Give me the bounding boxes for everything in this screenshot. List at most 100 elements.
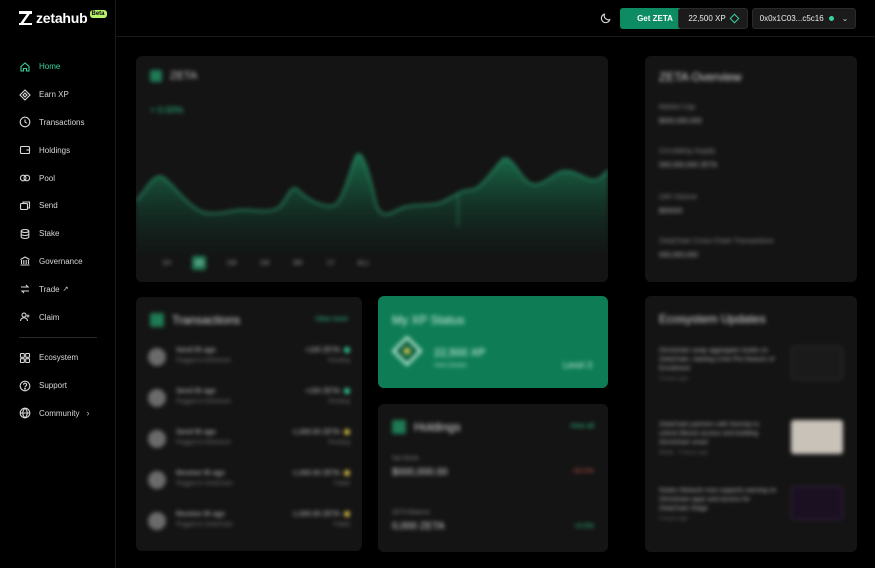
price-chart [136, 153, 608, 256]
sidebar-item-label: Claim [39, 312, 60, 322]
range-1w[interactable]: 1W [215, 256, 248, 270]
coins-icon [20, 228, 30, 239]
xp-level: Level 3 [562, 360, 592, 370]
transactions-view-more-link[interactable]: View more [315, 316, 348, 323]
transaction-amount: +100 ZETA [304, 388, 340, 395]
holdings-delta: +0.0% [573, 523, 594, 530]
transaction-row[interactable]: Send 0h ago Pegged to Ethereum -1,000.00… [148, 424, 350, 454]
holdings-icon [392, 420, 406, 434]
clock-icon [19, 117, 31, 128]
ecosystem-item-thumbnail [791, 486, 843, 520]
chevron-right-icon: › [86, 408, 90, 419]
ecosystem-item[interactable]: ZetaChain partners with Nomoly to unlock… [659, 420, 843, 474]
ecosystem-item-text: Nodes Network now supports earning on Om… [659, 486, 777, 524]
sidebar-item-label: Stake [39, 229, 60, 239]
range-1y[interactable]: 1Y [314, 256, 347, 270]
sidebar-item-trade[interactable]: Trade ↗ [0, 275, 116, 303]
transaction-amount: -1,000.00 ZETA [291, 511, 340, 518]
transaction-status: Failed [333, 522, 350, 528]
grid-icon [19, 352, 31, 363]
sidebar-item-label: Transactions [39, 117, 85, 127]
sidebar-item-label: Pool [39, 173, 56, 183]
logo[interactable]: zetahub Beta [19, 10, 107, 26]
transaction-subtitle: Pegged to ZetaChain [176, 522, 233, 528]
transaction-title: Receive 0h ago [176, 470, 225, 477]
logo-text: zetahub [36, 10, 88, 26]
ecosystem-item-meta: Media · 0 hours ago [659, 450, 708, 456]
transaction-row[interactable]: Receive 0h ago Pegged to ZetaChain -1,00… [148, 465, 350, 495]
sidebar-item-label: Earn XP [39, 90, 69, 100]
xp-diamond-icon [729, 13, 740, 24]
price-panel: ZETA + 0.00% 1H 1D 1W 1M 3M 1Y ALL [136, 56, 608, 282]
top-bar: Get ZETA 22,500 XP 0x0x1C03...c5c16 ⌄ [116, 0, 875, 37]
wallet-icon [19, 146, 31, 155]
range-1d[interactable]: 1D [192, 256, 206, 270]
ecosystem-item-text: ZetaChain partners with Nomoly to unlock… [659, 420, 777, 458]
holdings-value: 0,000 ZETA [392, 521, 445, 532]
sidebar-item-claim[interactable]: Claim [0, 303, 116, 331]
wallet-button[interactable]: 0x0x1C03...c5c16 ⌄ [752, 8, 856, 29]
xp-button[interactable]: 22,500 XP [678, 8, 748, 29]
transaction-row[interactable]: Send 0h ago Pegged to Ethereum +100 ZETA… [148, 383, 350, 413]
transactions-panel: Transactions View more Send 0h ago Pegge… [136, 297, 362, 551]
transaction-row[interactable]: Send 0h ago Pegged to Ethereum +100 ZETA… [148, 342, 350, 372]
transaction-status: Pending [327, 399, 350, 405]
sidebar-item-transactions[interactable]: Transactions [0, 109, 116, 137]
moon-icon[interactable] [600, 12, 612, 24]
transaction-row[interactable]: Receive 0h ago Pegged to ZetaChain -1,00… [148, 506, 350, 536]
user-plus-icon [19, 312, 30, 322]
sidebar-item-ecosystem[interactable]: Ecosystem [0, 344, 116, 372]
sidebar-nav: Home Earn XP Transactions Holdings Pool … [0, 53, 116, 427]
globe-icon [19, 407, 31, 420]
sidebar-item-earn-xp[interactable]: Earn XP [0, 81, 116, 109]
range-3m[interactable]: 3M [281, 256, 314, 270]
transaction-status-dot [344, 511, 350, 517]
holdings-value: $000,000.00 [392, 467, 448, 478]
transactions-title: Transactions [172, 313, 241, 327]
sidebar: zetahub Beta Home Earn XP Transactions H… [0, 0, 116, 568]
ecosystem-updates-panel: Ecosystem Updates Omnichain swap aggrega… [645, 296, 857, 552]
sidebar-item-holdings[interactable]: Holdings [0, 136, 116, 164]
holdings-view-all-link[interactable]: View all [570, 423, 594, 430]
price-token-label: ZETA [170, 70, 198, 82]
overview-row: Market Cap $000,000,000 [659, 104, 702, 125]
sidebar-item-label: Home [39, 62, 61, 72]
overview-label: ZetaChain Cross-Chain Transactions [659, 238, 774, 245]
sidebar-item-support[interactable]: Support [0, 372, 116, 400]
sidebar-item-label: Community [39, 408, 80, 418]
sidebar-item-stake[interactable]: Stake [0, 220, 116, 248]
transaction-title: Receive 0h ago [176, 511, 225, 518]
sidebar-item-label: Trade [39, 284, 60, 294]
overview-title: ZETA Overview [659, 70, 742, 84]
range-1m[interactable]: 1M [248, 256, 281, 270]
transaction-avatar [148, 430, 166, 448]
sidebar-item-label: Governance [39, 256, 83, 266]
range-1h[interactable]: 1H [150, 256, 183, 270]
xp-status-card[interactable]: My XP Status 22,500 XP View Details Leve… [378, 296, 608, 388]
sidebar-item-pool[interactable]: Pool [0, 164, 116, 192]
price-header: ZETA [150, 70, 197, 82]
wallet-address: 0x0x1C03...c5c16 [759, 14, 824, 23]
sidebar-item-governance[interactable]: Governance [0, 248, 116, 276]
transaction-avatar [148, 471, 166, 489]
ecosystem-item-thumbnail [791, 346, 843, 380]
holdings-delta: -00.0% [571, 468, 594, 475]
transaction-avatar [148, 389, 166, 407]
sidebar-item-home[interactable]: Home [0, 53, 116, 81]
time-range-selector: 1H 1D 1W 1M 3M 1Y ALL [150, 256, 380, 270]
sidebar-item-send[interactable]: Send [0, 192, 116, 220]
zeta-overview-panel: ZETA Overview Market Cap $000,000,000 Ci… [645, 56, 857, 282]
overview-row: ZetaChain Cross-Chain Transactions 000,0… [659, 238, 774, 259]
ecosystem-item-meta: 0 hours ago [659, 376, 689, 382]
transaction-status-dot [344, 347, 350, 353]
range-all[interactable]: ALL [347, 256, 380, 270]
ecosystem-item[interactable]: Omnichain swap aggregator builds on Zeta… [659, 346, 843, 400]
price-change: + 0.00% [150, 105, 184, 115]
price-area [136, 154, 608, 256]
ecosystem-item[interactable]: Nodes Network now supports earning on Om… [659, 486, 843, 540]
sidebar-item-label: Holdings [39, 145, 71, 155]
overview-value: 000,000,000 [659, 252, 698, 259]
sidebar-item-community[interactable]: Community › [0, 400, 116, 428]
holdings-label: Net Worth [392, 456, 419, 462]
transaction-subtitle: Pegged to Ethereum [176, 440, 232, 446]
